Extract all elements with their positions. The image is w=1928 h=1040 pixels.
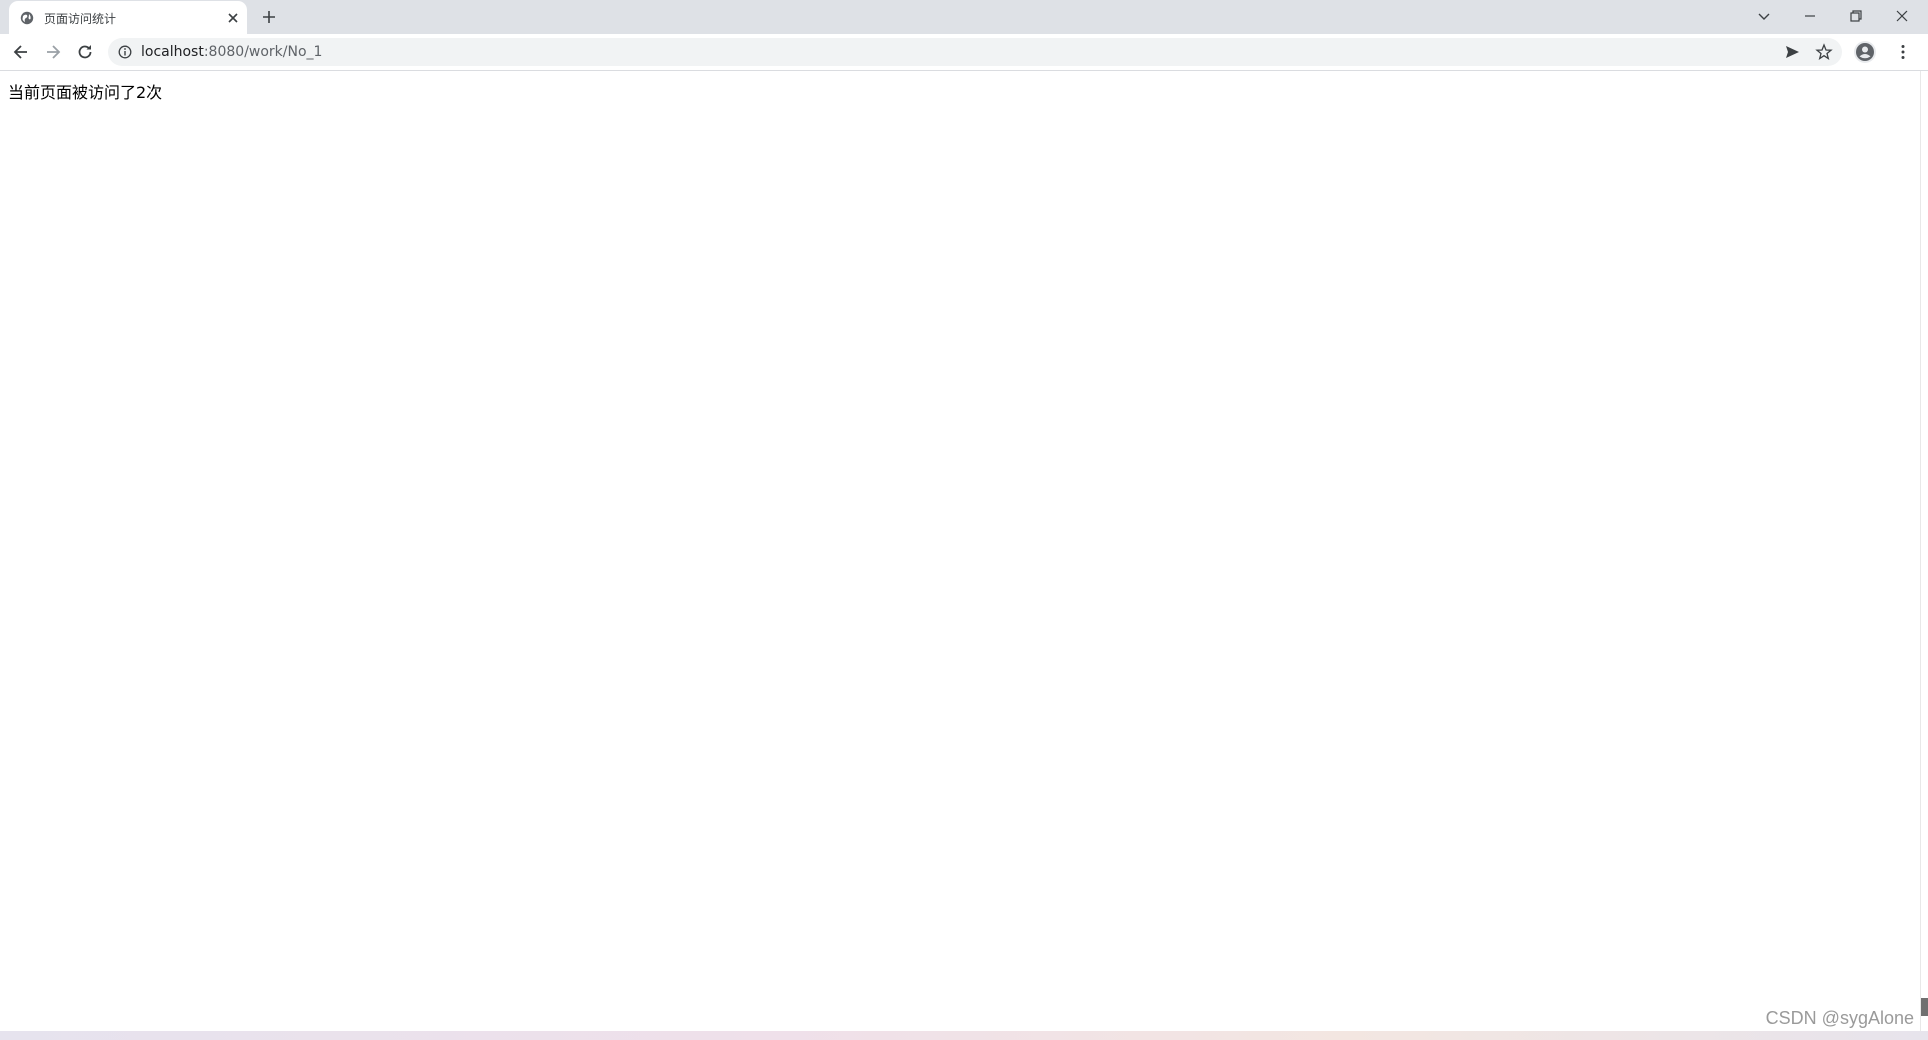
- profile-icon: [1856, 43, 1874, 61]
- address-bar[interactable]: localhost:8080/work/No_1: [108, 38, 1842, 66]
- profile-avatar[interactable]: [1854, 41, 1876, 63]
- tab-active[interactable]: 页面访问统计: [9, 1, 247, 34]
- restore-icon[interactable]: [1846, 6, 1866, 26]
- taskbar-edge: [0, 1031, 1928, 1040]
- minimize-icon[interactable]: [1800, 6, 1820, 26]
- watermark: CSDN @sygAlone: [1765, 1008, 1914, 1028]
- star-icon[interactable]: [1815, 43, 1833, 61]
- menu-dots-icon[interactable]: [1893, 42, 1913, 62]
- tab-title: 页面访问统计: [44, 12, 117, 26]
- url-host: localhost: [141, 44, 204, 60]
- tab-strip: 页面访问统计: [0, 0, 1928, 34]
- back-icon[interactable]: [11, 42, 31, 62]
- scrollbar-track[interactable]: [1920, 71, 1928, 1031]
- page-content: 当前页面被访问了2次: [0, 71, 1920, 1031]
- browser-window: 页面访问统计 localhost:8080/work/No_1 当前页面被访问了…: [0, 0, 1928, 1040]
- close-tab-icon[interactable]: [225, 10, 241, 26]
- new-tab-icon[interactable]: [260, 8, 278, 26]
- reload-icon[interactable]: [75, 42, 95, 62]
- tab-search-icon[interactable]: [1754, 6, 1774, 26]
- info-icon[interactable]: [118, 45, 132, 59]
- scrollbar-thumb[interactable]: [1921, 998, 1928, 1016]
- visit-count-message: 当前页面被访问了2次: [8, 83, 163, 102]
- url-text[interactable]: localhost:8080/work/No_1: [141, 44, 322, 60]
- forward-icon[interactable]: [43, 42, 63, 62]
- globe-icon: [20, 11, 34, 25]
- close-window-icon[interactable]: [1892, 6, 1912, 26]
- url-path: :8080/work/No_1: [203, 44, 323, 60]
- toolbar: localhost:8080/work/No_1: [0, 34, 1928, 71]
- send-icon[interactable]: [1783, 43, 1801, 61]
